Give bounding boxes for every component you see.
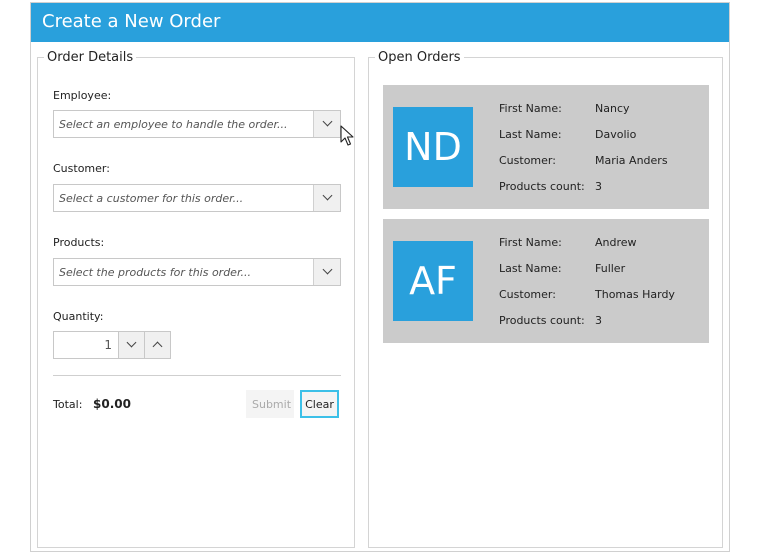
quantity-decrease-button[interactable]	[118, 331, 145, 359]
order-details-legend: Order Details	[47, 50, 134, 65]
products-placeholder: Select the products for this order...	[59, 266, 251, 279]
customer-dropdown-button[interactable]	[313, 185, 340, 211]
open-orders-group: Open Orders ND First Name: Nancy Last Na…	[368, 50, 723, 548]
chevron-up-icon	[152, 341, 163, 352]
window-title: Create a New Order	[42, 11, 221, 32]
employee-combobox[interactable]: Select an employee to handle the order..…	[53, 110, 341, 138]
quantity-increase-button[interactable]	[144, 331, 171, 359]
products-count-label: Products count:	[499, 180, 585, 193]
employee-placeholder: Select an employee to handle the order..…	[59, 118, 288, 131]
order-details-group: Order Details Employee: Select an employ…	[37, 50, 355, 548]
order-card[interactable]: AF First Name: Andrew Last Name: Fuller …	[383, 219, 709, 343]
customer-value: Thomas Hardy	[595, 288, 675, 301]
customer-value: Maria Anders	[595, 154, 668, 167]
first-name-label: First Name:	[499, 102, 562, 115]
quantity-stepper: 1	[53, 331, 173, 359]
mouse-pointer-icon	[340, 125, 354, 146]
employee-dropdown-button[interactable]	[313, 111, 340, 137]
first-name-value: Nancy	[595, 102, 630, 115]
chevron-down-icon	[322, 264, 333, 275]
avatar: AF	[393, 241, 473, 321]
create-order-window: Create a New Order Order Details Employe…	[30, 2, 730, 552]
order-card[interactable]: ND First Name: Nancy Last Name: Davolio …	[383, 85, 709, 209]
quantity-input[interactable]: 1	[53, 331, 119, 359]
customer-label: Customer:	[499, 154, 556, 167]
products-label: Products:	[53, 236, 105, 249]
customer-label: Customer:	[53, 162, 110, 175]
customer-label: Customer:	[499, 288, 556, 301]
chevron-down-icon	[322, 116, 333, 127]
divider	[53, 375, 341, 376]
chevron-down-icon	[322, 190, 333, 201]
last-name-label: Last Name:	[499, 262, 562, 275]
last-name-value: Davolio	[595, 128, 637, 141]
last-name-value: Fuller	[595, 262, 626, 275]
chevron-down-icon	[126, 337, 137, 348]
products-count-value: 3	[595, 180, 602, 193]
products-count-value: 3	[595, 314, 602, 327]
customer-placeholder: Select a customer for this order...	[59, 192, 244, 205]
first-name-label: First Name:	[499, 236, 562, 249]
employee-label: Employee:	[53, 89, 112, 102]
total-value: $0.00	[93, 397, 131, 411]
products-count-label: Products count:	[499, 314, 585, 327]
title-bar: Create a New Order	[31, 3, 729, 42]
open-orders-legend: Open Orders	[378, 50, 461, 65]
quantity-label: Quantity:	[53, 310, 104, 323]
first-name-value: Andrew	[595, 236, 637, 249]
last-name-label: Last Name:	[499, 128, 562, 141]
products-dropdown-button[interactable]	[313, 259, 340, 285]
submit-button[interactable]: Submit	[246, 390, 294, 418]
total-label: Total:	[53, 398, 83, 411]
clear-button[interactable]: Clear	[300, 390, 339, 418]
customer-combobox[interactable]: Select a customer for this order...	[53, 184, 341, 212]
avatar: ND	[393, 107, 473, 187]
products-combobox[interactable]: Select the products for this order...	[53, 258, 341, 286]
